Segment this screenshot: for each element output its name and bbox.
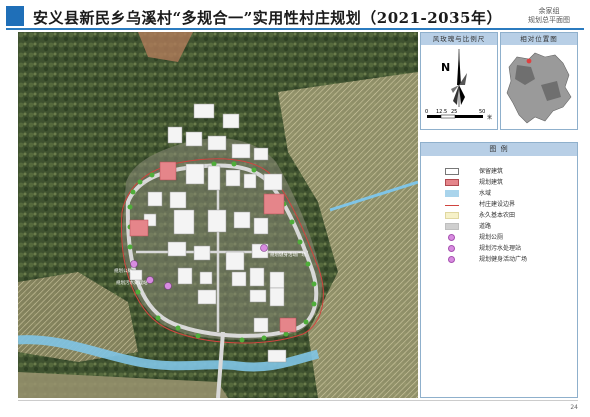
legend-label: 保留建筑 xyxy=(479,168,504,175)
planned-sewage-plant-marker-2 xyxy=(164,282,172,290)
legend-label: 道路 xyxy=(479,223,492,230)
bottom-rule xyxy=(18,400,578,401)
scale-tick-12-5: 12.5 xyxy=(436,109,447,115)
legend-label: 村庄建设边界 xyxy=(479,201,516,208)
fitness-square-label: 规划健身活动广场 xyxy=(270,251,306,258)
legend-swatch xyxy=(445,179,459,186)
location-panel-title: 相对位置图 xyxy=(501,33,577,45)
legend-label: 永久基本农田 xyxy=(479,212,516,219)
header-rule xyxy=(6,28,584,30)
scale-tick-25: 25 xyxy=(451,109,457,115)
compass-panel-title: 风玫瑰与比例尺 xyxy=(421,33,497,45)
sewage-plant-label: 规划污水处理站 xyxy=(116,279,148,286)
drawing-name: 规划总平面图 xyxy=(528,16,570,24)
legend-swatch xyxy=(445,212,459,219)
scale-tick-0: 0 xyxy=(425,109,428,115)
site-location-marker xyxy=(526,58,532,64)
page-header: 安义县新民乡乌溪村“多规合一”实用性村庄规划（2021-2035年） 余家组 规… xyxy=(6,6,584,30)
map-canvas: 规划健身活动广场 规划公厕 规划污水处理站 xyxy=(18,32,418,398)
legend-label: 规划健身活动广场 xyxy=(479,256,528,263)
compass-scale-graphic: N 0 12.5 25 50 米 xyxy=(425,49,492,121)
legend-swatch xyxy=(445,168,459,175)
legend-label: 规划公厕 xyxy=(479,234,504,241)
legend-label: 规划建筑 xyxy=(479,179,504,186)
page-number: 24 xyxy=(570,404,578,411)
legend-title: 图 例 xyxy=(421,143,577,156)
village-outline xyxy=(506,52,572,124)
legend-label: 规划污水处理站 xyxy=(479,245,522,252)
legend-swatch xyxy=(448,256,455,263)
scale-bar xyxy=(427,114,483,119)
legend-label: 水域 xyxy=(479,190,492,197)
header-accent-block xyxy=(6,6,24,26)
page-title: 安义县新民乡乌溪村“多规合一”实用性村庄规划（2021-2035年） xyxy=(33,9,502,27)
wind-rose-icon xyxy=(451,49,467,107)
drawing-subtitle: 余家组 规划总平面图 xyxy=(528,7,570,25)
legend-panel: 图 例 保留建筑规划建筑水域村庄建设边界 永久基本农田 道路规划公厕规划污水处理站规… xyxy=(420,142,578,398)
legend-swatch xyxy=(448,234,455,241)
location-panel: 相对位置图 xyxy=(500,32,578,130)
planned-sewage-plant-marker xyxy=(146,276,154,284)
legend-swatch xyxy=(445,205,459,206)
planned-toilet-marker xyxy=(130,260,138,268)
location-map-graphic xyxy=(506,52,572,124)
group-name: 余家组 xyxy=(538,7,560,15)
legend-swatch xyxy=(445,190,459,197)
scale-unit: 米 xyxy=(487,114,492,121)
planned-fitness-square-marker xyxy=(260,244,268,252)
north-arrow-scale-panel: 风玫瑰与比例尺 N 0 12.5 25 50 米 xyxy=(420,32,498,130)
legend-swatch xyxy=(448,245,455,252)
scale-tick-50: 50 xyxy=(479,109,485,115)
toilet-label: 规划公厕 xyxy=(114,267,132,274)
legend-swatch xyxy=(445,223,459,230)
north-label: N xyxy=(441,61,450,74)
site-plan-map[interactable]: 规划健身活动广场 规划公厕 规划污水处理站 xyxy=(18,32,418,398)
